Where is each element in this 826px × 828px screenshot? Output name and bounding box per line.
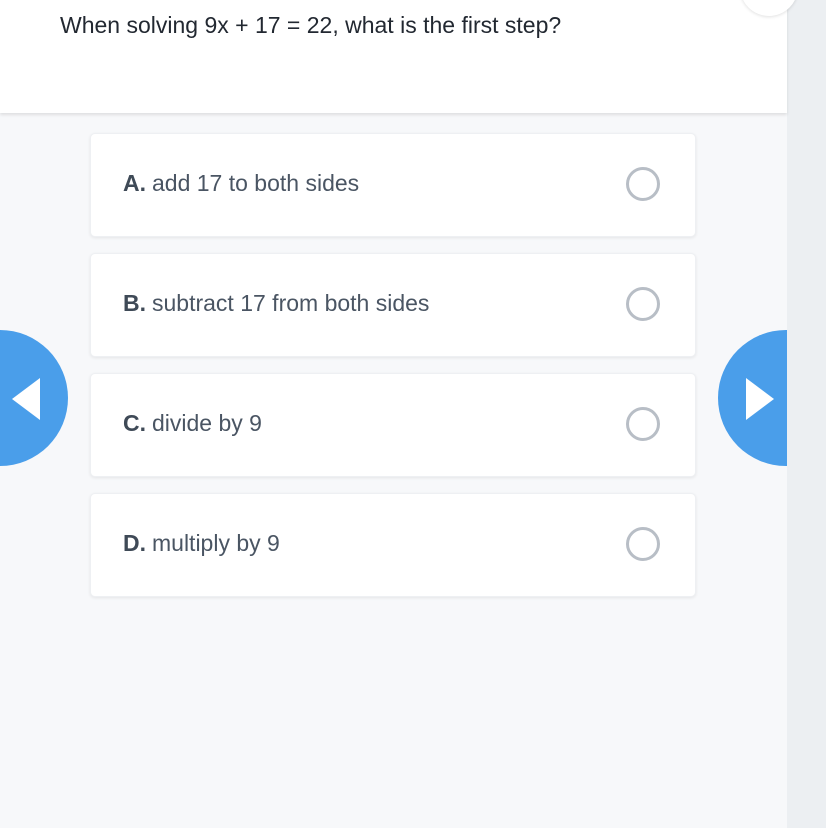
option-d-text: multiply by 9 <box>152 530 280 556</box>
option-a-radio[interactable] <box>626 167 660 201</box>
option-a-text: add 17 to both sides <box>152 170 360 196</box>
option-d-label: D. multiply by 9 <box>123 530 280 557</box>
option-a-letter: A. <box>123 170 146 196</box>
caret-left-icon <box>12 378 40 420</box>
option-d-radio[interactable] <box>626 527 660 561</box>
option-b-text: subtract 17 from both sides <box>152 290 430 316</box>
option-d-letter: D. <box>123 530 146 556</box>
option-d[interactable]: D. multiply by 9 <box>90 493 696 597</box>
option-b-letter: B. <box>123 290 146 316</box>
question-text: When solving 9x + 17 = 22, what is the f… <box>60 12 562 38</box>
option-a[interactable]: A. add 17 to both sides <box>90 133 696 237</box>
option-a-label: A. add 17 to both sides <box>123 170 359 197</box>
option-b-label: B. subtract 17 from both sides <box>123 290 429 317</box>
caret-right-icon <box>746 378 774 420</box>
right-edge-strip <box>787 0 826 828</box>
question-card: When solving 9x + 17 = 22, what is the f… <box>0 0 787 113</box>
option-c-text: divide by 9 <box>152 410 262 436</box>
option-b[interactable]: B. subtract 17 from both sides <box>90 253 696 357</box>
next-button[interactable] <box>718 330 787 466</box>
option-c-label: C. divide by 9 <box>123 410 262 437</box>
previous-button[interactable] <box>0 330 68 466</box>
option-c[interactable]: C. divide by 9 <box>90 373 696 477</box>
option-b-radio[interactable] <box>626 287 660 321</box>
option-c-letter: C. <box>123 410 146 436</box>
option-c-radio[interactable] <box>626 407 660 441</box>
quiz-viewport: When solving 9x + 17 = 22, what is the f… <box>0 0 826 828</box>
